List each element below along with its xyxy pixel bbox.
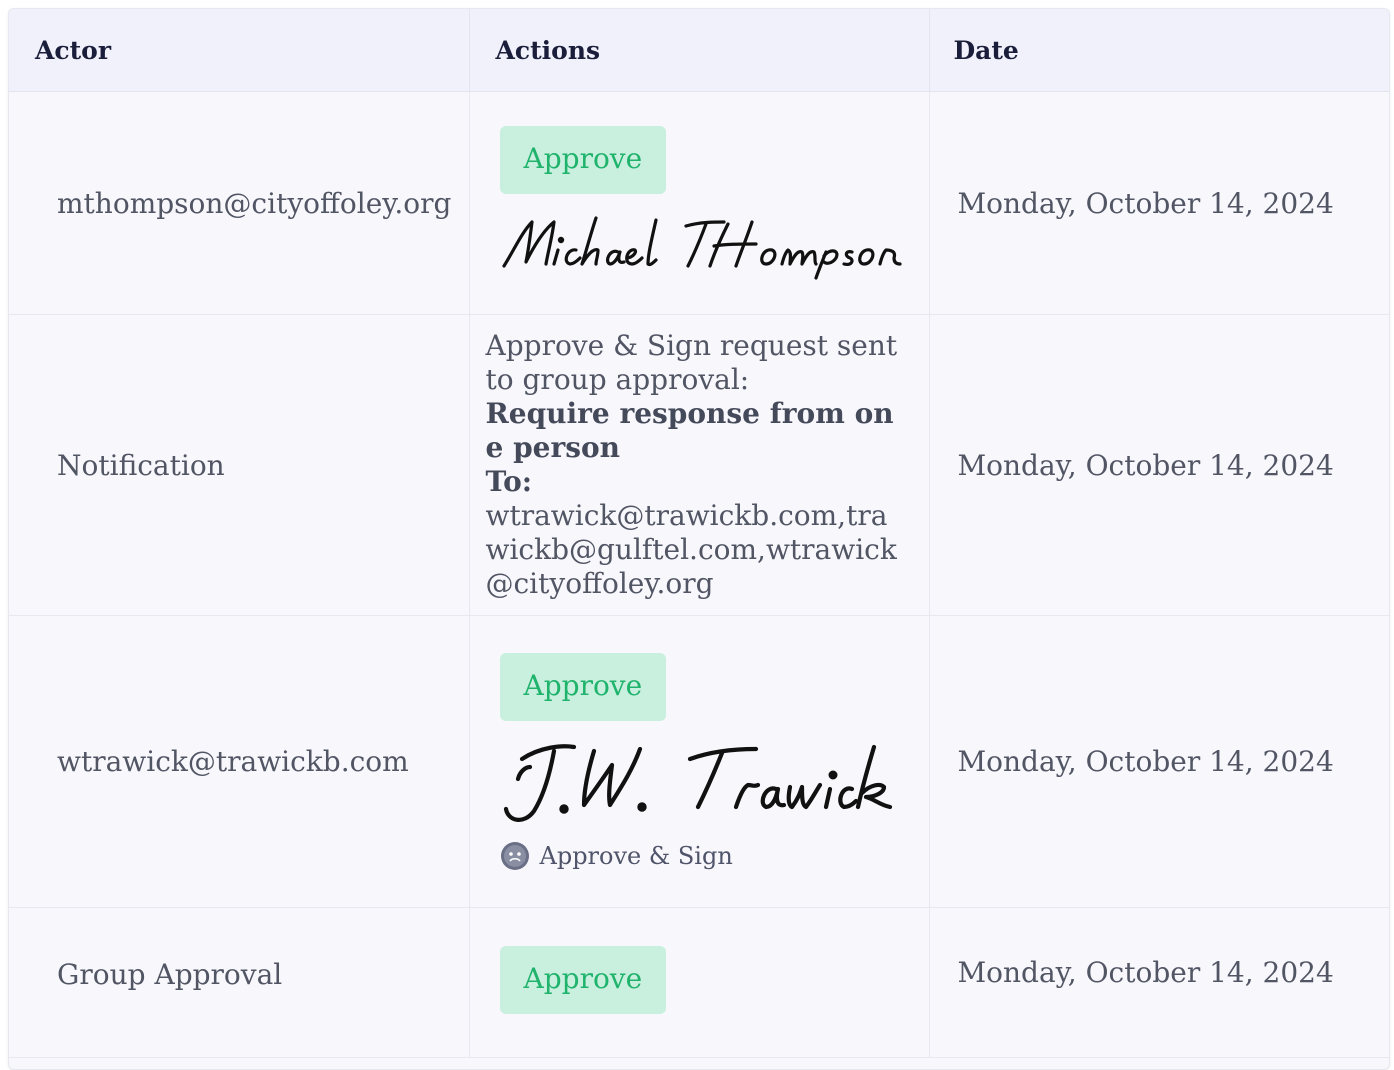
- header-actor: Actor: [9, 9, 470, 92]
- face-icon: [500, 841, 529, 870]
- approve-sign-line: Approve & Sign: [500, 841, 929, 871]
- notification-to-label: To:: [485, 465, 533, 498]
- signature-image: [501, 216, 902, 280]
- table-row: wtrawick@trawickb.com Approve Approve & …: [9, 615, 1389, 908]
- approve-badge[interactable]: Approve: [499, 652, 667, 721]
- approve-badge[interactable]: Approve: [499, 126, 667, 194]
- actions-cell: Approve: [469, 907, 930, 1058]
- actor-cell: wtrawick@trawickb.com: [9, 615, 470, 908]
- table-row: Group Approval Approve Monday, October 1…: [9, 907, 1389, 1058]
- table-row: Notification Approve & Sign request sent…: [9, 314, 1389, 616]
- notification-text: Approve & Sign request sent to group app…: [485, 329, 898, 396]
- actions-cell: Approve: [469, 91, 930, 315]
- header-date: Date: [929, 9, 1389, 92]
- table-header-row: Actor Actions Date: [9, 9, 1389, 92]
- approve-badge[interactable]: Approve: [499, 946, 667, 1014]
- audit-trail-table: Actor Actions Date mthompson@cityoffoley…: [8, 8, 1390, 1070]
- date-cell: Monday, October 14, 2024: [929, 907, 1389, 1058]
- actor-cell: Notification: [9, 314, 470, 616]
- notification-cell: Approve & Sign request sent to group app…: [469, 314, 930, 616]
- date-cell: Monday, October 14, 2024: [929, 314, 1389, 616]
- date-cell: Monday, October 14, 2024: [929, 615, 1389, 908]
- signature-image: [503, 743, 892, 822]
- actor-cell: Group Approval: [9, 907, 470, 1058]
- actions-cell: Approve: [469, 615, 930, 908]
- notification-recipients: wtrawick@trawickb.com,trawickb@gulftel.c…: [485, 499, 897, 600]
- notification-requirement: Require response from one person: [485, 397, 894, 464]
- table-row: mthompson@cityoffoley.org Approve Monday…: [9, 91, 1389, 315]
- actor-cell: mthompson@cityoffoley.org: [9, 91, 470, 315]
- approve-sign-label: Approve & Sign: [539, 841, 733, 870]
- date-cell: Monday, October 14, 2024: [929, 91, 1389, 315]
- header-actions: Actions: [469, 9, 930, 92]
